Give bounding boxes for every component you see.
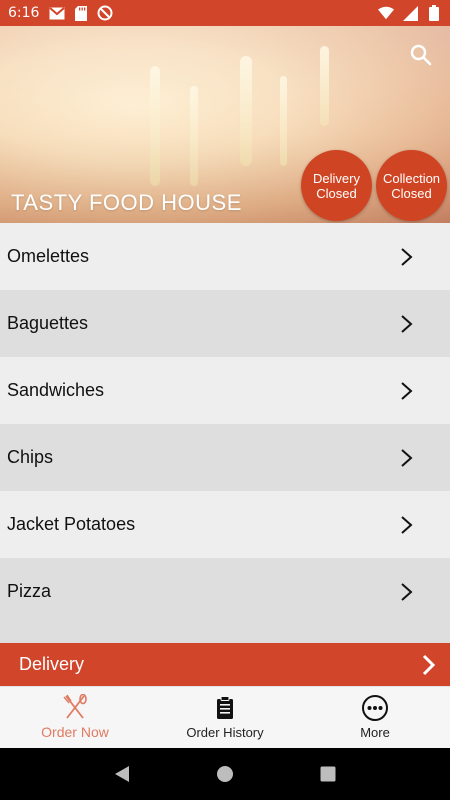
recents-button[interactable] xyxy=(318,764,338,784)
menu-category-baguettes[interactable]: Baguettes xyxy=(0,290,450,357)
app-screen: 6:16 TASTY FOOD HOUSE Delivery Closed Co… xyxy=(0,0,450,800)
battery-icon xyxy=(426,5,442,21)
status-bar: 6:16 xyxy=(0,0,450,26)
nav-label: Order History xyxy=(186,725,264,740)
home-button[interactable] xyxy=(215,764,235,784)
home-circle-icon xyxy=(216,766,233,782)
chevron-right-icon xyxy=(401,516,413,534)
search-icon xyxy=(410,44,432,66)
bottom-navigation: Order Now Order History More xyxy=(0,686,450,748)
menu-category-pizza[interactable]: Pizza xyxy=(0,558,450,625)
chevron-right-icon xyxy=(401,382,413,400)
menu-category-label: Pizza xyxy=(7,581,52,601)
recents-square-icon xyxy=(320,766,336,782)
chevron-right-icon xyxy=(401,248,413,266)
nav-order-now[interactable]: Order Now xyxy=(0,687,150,748)
nav-order-history[interactable]: Order History xyxy=(150,687,300,748)
chevron-right-icon xyxy=(401,449,413,467)
delivery-mode-label: Delivery xyxy=(19,654,85,674)
chevron-right-icon xyxy=(401,315,413,333)
menu-category-label: Chips xyxy=(7,447,54,467)
menu-category-list: Omelettes Baguettes Sandwiches Chips Jac… xyxy=(0,223,450,625)
delivery-status-line2: Closed xyxy=(316,185,357,201)
status-icons-right xyxy=(378,5,442,21)
nav-more[interactable]: More xyxy=(300,687,450,748)
fork-knife-icon xyxy=(61,693,89,721)
sd-card-icon xyxy=(73,5,89,21)
gmail-icon xyxy=(49,5,66,21)
menu-category-chips[interactable]: Chips xyxy=(0,424,450,491)
more-dots-icon xyxy=(361,694,389,722)
delivery-status-badge: Delivery Closed xyxy=(301,150,372,221)
menu-category-omelettes[interactable]: Omelettes xyxy=(0,223,450,290)
collection-status-badge: Collection Closed xyxy=(376,150,447,221)
wifi-icon xyxy=(378,5,394,21)
menu-category-sandwiches[interactable]: Sandwiches xyxy=(0,357,450,424)
menu-category-label: Omelettes xyxy=(7,246,90,266)
menu-category-label: Sandwiches xyxy=(7,380,105,400)
do-not-disturb-icon xyxy=(97,5,113,21)
delivery-status-line1: Delivery xyxy=(313,170,360,186)
collection-status-line1: Collection xyxy=(382,170,441,186)
system-navigation-bar xyxy=(0,748,450,800)
search-button[interactable] xyxy=(410,44,434,68)
restaurant-name: TASTY FOOD HOUSE xyxy=(11,190,242,215)
status-time: 6:16 xyxy=(8,5,40,21)
collection-status-line2: Closed xyxy=(391,185,432,201)
clipboard-icon xyxy=(211,694,239,722)
chevron-right-icon xyxy=(401,583,413,601)
back-button[interactable] xyxy=(112,764,132,784)
chevron-right-icon xyxy=(422,654,436,676)
menu-category-label: Jacket Potatoes xyxy=(7,514,136,534)
signal-icon xyxy=(402,5,418,21)
nav-label: More xyxy=(360,725,390,740)
delivery-mode-bar[interactable]: Delivery xyxy=(0,643,450,686)
back-triangle-icon xyxy=(114,766,129,782)
menu-category-label: Baguettes xyxy=(7,313,89,333)
nav-label: Order Now xyxy=(41,724,109,740)
restaurant-hero: TASTY FOOD HOUSE Delivery Closed Collect… xyxy=(0,26,450,223)
menu-category-jacket-potatoes[interactable]: Jacket Potatoes xyxy=(0,491,450,558)
status-icons-left xyxy=(49,5,113,21)
